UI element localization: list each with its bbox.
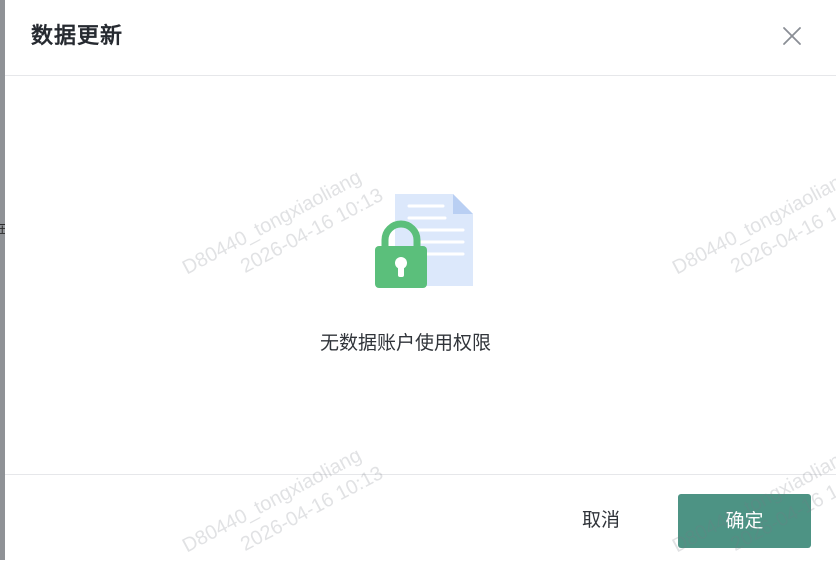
empty-state-illustration — [365, 190, 477, 294]
close-icon — [783, 27, 801, 45]
close-button[interactable] — [780, 24, 804, 48]
cancel-button[interactable]: 取消 — [557, 494, 645, 546]
empty-state-message: 无数据账户使用权限 — [319, 332, 491, 354]
dialog-title: 数据更新 — [31, 24, 124, 49]
confirm-button[interactable]: 确定 — [678, 494, 811, 548]
dialog-body: 无数据账户使用权限 — [5, 76, 836, 474]
data-update-dialog: 数据更新 无数据账户使用权限 取消 确定 — [5, 0, 836, 560]
dialog-footer: 取消 确定 — [5, 474, 836, 561]
dialog-header: 数据更新 — [5, 0, 836, 76]
locked-document-icon — [375, 194, 473, 288]
